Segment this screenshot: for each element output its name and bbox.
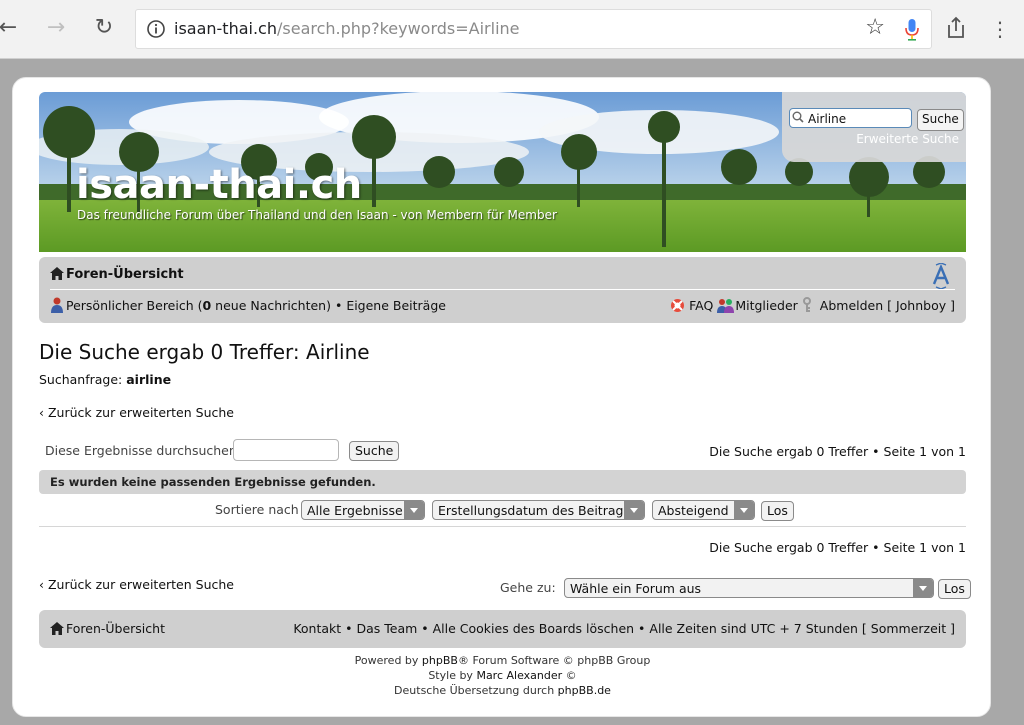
web-page: isaan-thai.ch Das freundliche Forum über… <box>12 77 991 717</box>
logout-link[interactable]: Abmelden [ Johnboy ] <box>820 298 955 313</box>
user-control-panel-icon <box>51 297 63 313</box>
more-menu-icon[interactable]: ⋮ <box>990 16 1010 42</box>
translation-credit: Deutsche Übersetzung durch phpBB.de <box>394 684 611 697</box>
divider <box>39 526 966 527</box>
page-title: Die Suche ergab 0 Treffer: Airline <box>39 340 370 364</box>
search-query-text: Suchanfrage: airline <box>39 372 172 387</box>
chevron-down-icon <box>404 501 424 519</box>
filter-results-button[interactable]: Suche <box>349 441 400 461</box>
footer-board-index-link[interactable]: Foren-Übersicht <box>50 621 165 636</box>
site-logo-text[interactable]: isaan-thai.ch <box>76 162 362 208</box>
header-search-button[interactable]: Suche <box>917 109 964 131</box>
header-search-input[interactable] <box>789 108 912 128</box>
header-search-panel: Suche Erweiterte Suche <box>782 92 966 162</box>
sort-label: Sortiere nach <box>215 502 299 517</box>
change-font-size-icon[interactable] <box>931 263 951 289</box>
user-control-panel-link[interactable]: Persönlicher Bereich (0 neue Nachrichten… <box>66 298 331 313</box>
share-icon[interactable] <box>945 16 967 40</box>
footer-navigation-bar: Foren-Übersicht Kontakt • Das Team • All… <box>39 610 966 648</box>
own-posts-link[interactable]: Eigene Beiträge <box>346 298 446 313</box>
site-tagline: Das freundliche Forum über Thailand und … <box>77 208 557 222</box>
sort-direction-select[interactable]: Absteigend <box>652 500 755 520</box>
footer-links[interactable]: Kontakt • Das Team • Alle Cookies des Bo… <box>293 621 955 636</box>
board-index-link[interactable]: Foren-Übersicht <box>50 267 184 282</box>
filter-results-label: Diese Ergebnisse durchsuchen: <box>45 443 241 458</box>
faq-link[interactable]: FAQ <box>689 298 713 313</box>
advanced-search-link[interactable]: Erweiterte Suche <box>856 132 959 146</box>
chevron-left-icon: ‹ <box>39 405 48 420</box>
info-icon[interactable] <box>146 19 166 39</box>
phpbb-link[interactable]: phpBB <box>422 654 458 667</box>
site-header-banner: isaan-thai.ch Das freundliche Forum über… <box>39 92 966 252</box>
search-icon <box>792 111 804 123</box>
browser-toolbar: ← → ↻ isaan-thai.ch/search.php?keywords=… <box>0 0 1024 59</box>
logout-key-icon <box>802 297 811 312</box>
filter-results-input[interactable] <box>233 439 339 461</box>
microphone-icon[interactable] <box>905 19 919 41</box>
chevron-down-icon <box>913 579 933 597</box>
url-text: isaan-thai.ch/search.php?keywords=Airlin… <box>174 19 520 38</box>
powered-by-credit: Powered by phpBB® Forum Software © phpBB… <box>354 654 651 667</box>
home-icon <box>50 267 64 280</box>
jump-to-label: Gehe zu: <box>500 580 556 595</box>
home-icon <box>50 622 64 635</box>
back-to-advanced-search-link-bottom[interactable]: ‹ Zurück zur erweiterten Suche <box>39 577 234 592</box>
reload-icon[interactable]: ↻ <box>90 14 118 42</box>
sort-scope-select[interactable]: Alle Ergebnisse <box>301 500 425 520</box>
sort-go-button[interactable]: Los <box>761 501 794 521</box>
members-icon <box>717 299 735 313</box>
no-results-notice: Es wurden keine passenden Ergebnisse gef… <box>39 470 966 494</box>
style-credit: Style by Marc Alexander © <box>428 669 577 682</box>
navigation-bar: Foren-Übersicht Persönlicher Bereich (0 … <box>39 257 966 323</box>
pagination-info-bottom: Die Suche ergab 0 Treffer • Seite 1 von … <box>709 540 966 555</box>
faq-lifebuoy-icon <box>671 299 685 312</box>
back-arrow-icon[interactable]: ← <box>0 14 22 42</box>
chevron-down-icon <box>734 501 754 519</box>
forward-arrow-icon[interactable]: → <box>42 14 70 42</box>
address-bar[interactable]: isaan-thai.ch/search.php?keywords=Airlin… <box>135 9 932 49</box>
chevron-left-icon: ‹ <box>39 577 48 592</box>
style-author-link[interactable]: Marc Alexander <box>476 669 562 682</box>
back-to-advanced-search-link[interactable]: ‹ Zurück zur erweiterten Suche <box>39 405 234 420</box>
pagination-info-top: Die Suche ergab 0 Treffer • Seite 1 von … <box>709 444 966 459</box>
bookmark-star-icon[interactable]: ☆ <box>865 15 885 40</box>
chevron-down-icon <box>624 501 644 519</box>
translation-link[interactable]: phpBB.de <box>558 684 611 697</box>
search-keyword-link[interactable]: Airline <box>306 340 370 364</box>
members-link[interactable]: Mitglieder <box>735 298 798 313</box>
sort-key-select[interactable]: Erstellungsdatum des Beitrags <box>432 500 645 520</box>
jump-to-forum-select[interactable]: Wähle ein Forum aus <box>564 578 934 598</box>
jump-to-go-button[interactable]: Los <box>938 579 971 599</box>
